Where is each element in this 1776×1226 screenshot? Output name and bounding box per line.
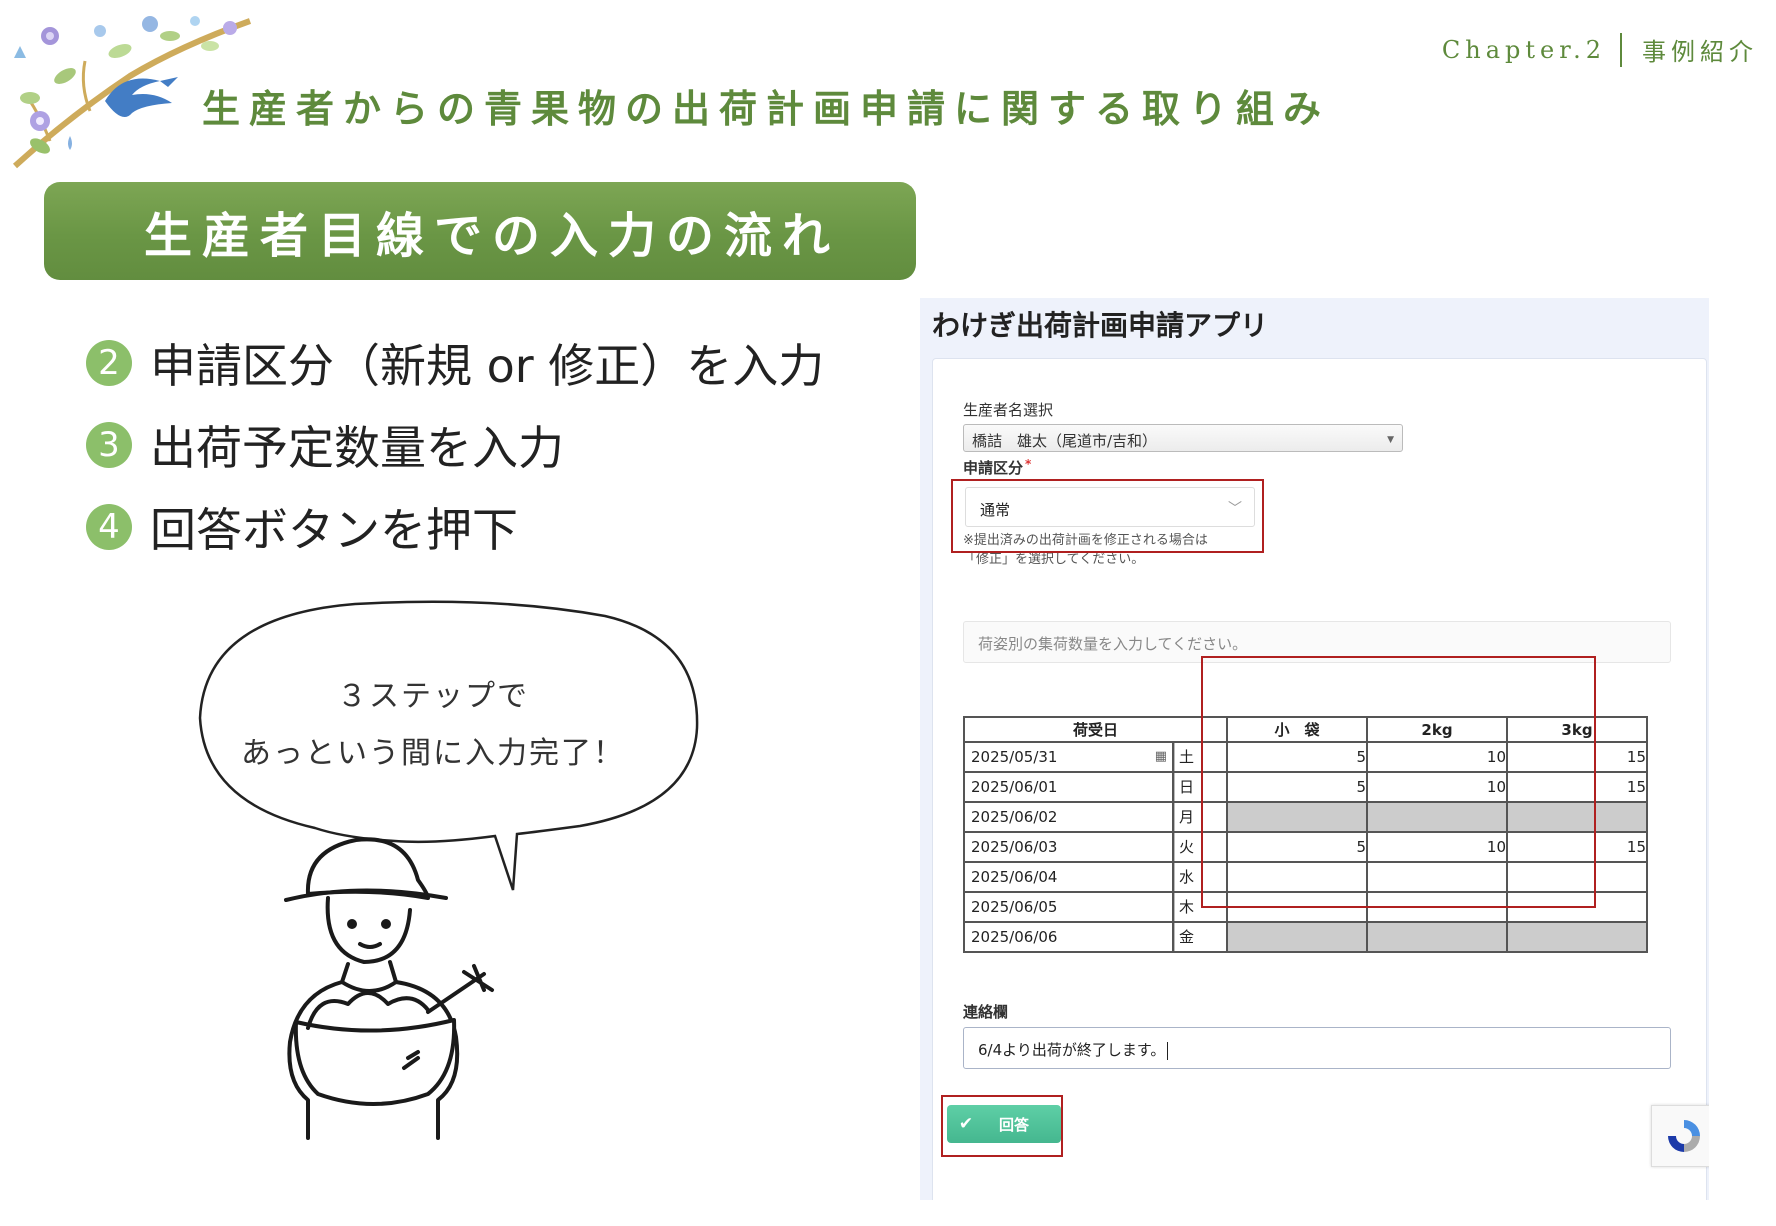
date-value: 2025/06/06 (965, 923, 1172, 951)
step-item: 3 出荷予定数量を入力 (86, 404, 824, 486)
producer-label: 生産者名選択 (963, 401, 1054, 419)
required-mark: * (1025, 457, 1032, 471)
header-date: 荷受日 (963, 716, 1228, 743)
date-cell[interactable]: 2025/06/01 (963, 771, 1174, 803)
producer-select[interactable]: 橋詰 雄太（尾道市/吉和） ▼ (963, 424, 1403, 452)
date-text: 2025/06/03 (971, 838, 1058, 856)
step-item: 2 申請区分（新規 or 修正）を入力 (86, 322, 824, 404)
step-list: 2 申請区分（新規 or 修正）を入力 3 出荷予定数量を入力 4 回答ボタンを… (86, 322, 824, 568)
date-value: 2025/06/03 (965, 833, 1172, 861)
step-number: 3 (86, 422, 132, 468)
caret-down-icon: ▼ (1387, 435, 1394, 445)
text-cursor (1167, 1041, 1169, 1060)
farmer-illustration (284, 837, 494, 1140)
app-window: わけぎ出荷計画申請アプリ 生産者名選択 橋詰 雄太（尾道市/吉和） ▼ 申請区分… (920, 298, 1709, 1200)
step-text: 回答ボタンを押下 (150, 503, 518, 557)
table-row: 2025/06/06 金 (963, 921, 1648, 953)
qty-3kg-cell (1506, 921, 1648, 953)
date-text: 2025/06/04 (971, 868, 1058, 886)
date-value: 2025/06/01 (965, 773, 1172, 801)
step-text: 出荷予定数量を入力 (150, 421, 564, 475)
section-banner: 生産者目線での入力の流れ (44, 182, 916, 280)
date-value: 2025/06/02 (965, 803, 1172, 831)
date-value: 2025/06/05 (965, 893, 1172, 921)
category-label: 申請区分 * (963, 457, 1031, 478)
memo-value: 6/4より出荷が終了します。 (978, 1041, 1166, 1059)
memo-input[interactable]: 6/4より出荷が終了します。 (963, 1027, 1671, 1069)
bubble-line-1: ３ステップで (337, 679, 529, 714)
memo-label: 連絡欄 (963, 1003, 1009, 1021)
step-number: 2 (86, 340, 132, 386)
highlight-category (951, 479, 1264, 553)
calendar-icon: ▦ (1154, 749, 1167, 764)
date-value: 2025/06/04 (965, 863, 1172, 891)
bubble-text: ３ステップで あっという間に入力完了！ (195, 668, 671, 782)
date-text: 2025/06/02 (971, 808, 1058, 826)
chapter-label: Chapter.2 事例紹介 (1442, 32, 1758, 67)
chapter-number: Chapter.2 (1441, 35, 1606, 64)
date-cell[interactable]: 2025/06/05 (963, 891, 1174, 923)
date-cell[interactable]: 2025/05/31 ▦ (963, 741, 1174, 773)
bubble-line-2: あっという間に入力完了！ (241, 736, 625, 771)
highlight-quantities (1201, 656, 1596, 908)
form-card: 生産者名選択 橋詰 雄太（尾道市/吉和） ▼ 申請区分 * 通常 ﹀ ※提出済みの… (932, 358, 1709, 1200)
step-text: 申請区分（新規 or 修正）を入力 (150, 339, 825, 393)
step-number: 4 (86, 504, 132, 550)
qty-2kg-cell (1366, 921, 1508, 953)
date-cell[interactable]: 2025/06/03 (963, 831, 1174, 863)
recaptcha-badge[interactable] (1651, 1105, 1709, 1167)
slide-title: 生産者からの青果物の出荷計画申請に関する取り組み (202, 87, 1331, 131)
step-item: 4 回答ボタンを押下 (86, 486, 824, 568)
date-cell[interactable]: 2025/06/04 (963, 861, 1174, 893)
recaptcha-icon (1668, 1120, 1700, 1152)
date-text: 2025/06/06 (971, 928, 1058, 946)
date-text: 2025/06/05 (971, 898, 1058, 916)
date-cell[interactable]: 2025/06/06 (963, 921, 1174, 953)
chapter-divider (1620, 32, 1622, 67)
highlight-submit (941, 1095, 1063, 1157)
qty-small-bag-cell (1226, 921, 1368, 953)
app-title: わけぎ出荷計画申請アプリ (932, 309, 1269, 342)
date-value: 2025/05/31 ▦ (965, 743, 1172, 771)
date-text: 2025/06/01 (971, 778, 1058, 796)
category-label-text: 申請区分 (963, 459, 1024, 477)
producer-value: 橋詰 雄太（尾道市/吉和） (972, 432, 1158, 450)
weekday-cell: 金 (1172, 921, 1228, 953)
date-text: 2025/05/31 (971, 748, 1058, 766)
date-cell[interactable]: 2025/06/02 (963, 801, 1174, 833)
weekday-text: 金 (1174, 923, 1226, 951)
section-name: 事例紹介 (1642, 38, 1758, 66)
